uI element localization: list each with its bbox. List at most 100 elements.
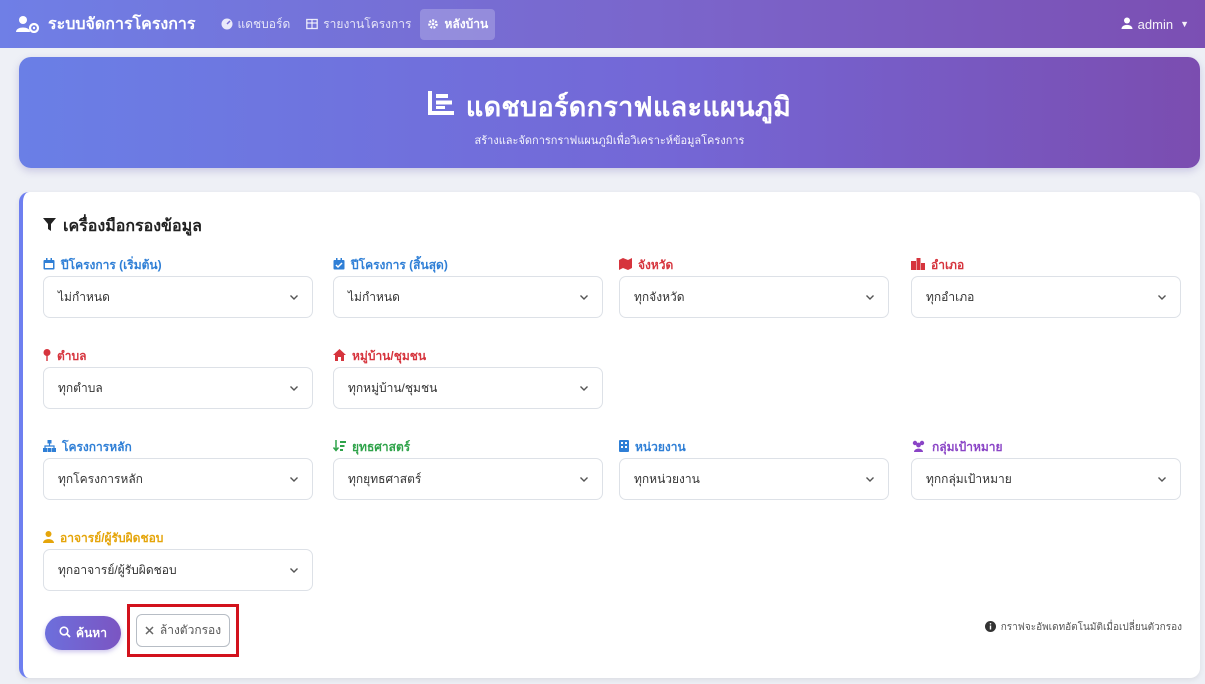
subdistrict-label-text: ตำบล	[57, 349, 87, 363]
year-start-value: ไม่กำหนด	[58, 289, 110, 304]
user-name: admin	[1137, 16, 1174, 32]
filter-panel-title: เครื่องมือกรองข้อมูล	[43, 214, 202, 239]
search-icon	[59, 625, 71, 641]
province-select[interactable]: ทุกจังหวัด	[619, 276, 889, 318]
agency-select[interactable]: ทุกหน่วยงาน	[619, 458, 889, 500]
lecturer-label: อาจารย์/ผู้รับผิดชอบ	[43, 529, 163, 548]
search-button[interactable]: ค้นหา	[45, 616, 121, 650]
user-tie-icon	[43, 531, 54, 546]
map-icon	[619, 258, 632, 273]
province-label: จังหวัด	[619, 256, 673, 275]
province-value: ทุกจังหวัด	[634, 289, 685, 304]
district-value: ทุกอำเภอ	[926, 289, 975, 304]
chevron-down-icon	[1156, 473, 1168, 485]
clear-filters-button[interactable]: ล้างตัวกรอง	[136, 614, 230, 647]
village-label: หมู่บ้าน/ชุมชน	[333, 347, 426, 366]
highlight-box: ล้างตัวกรอง	[127, 604, 239, 657]
lecturer-label-text: อาจารย์/ผู้รับผิดชอบ	[60, 531, 164, 545]
caret-down-icon: ▼	[1180, 19, 1189, 29]
year-start-select[interactable]: ไม่กำหนด	[43, 276, 313, 318]
strategy-value: ทุกยุทธศาสตร์	[348, 471, 422, 486]
nav-project-report-label: รายงานโครงการ	[323, 16, 412, 31]
chevron-down-icon	[288, 291, 300, 303]
main-project-select[interactable]: ทุกโครงการหลัก	[43, 458, 313, 500]
year-end-select[interactable]: ไม่กำหนด	[333, 276, 603, 318]
table-icon	[306, 18, 319, 30]
subdistrict-select[interactable]: ทุกตำบล	[43, 367, 313, 409]
year-end-value: ไม่กำหนด	[348, 289, 400, 304]
province-label-text: จังหวัด	[638, 258, 674, 272]
village-label-text: หมู่บ้าน/ชุมชน	[352, 349, 427, 363]
year-start-label-text: ปีโครงการ (เริ่มต้น)	[61, 258, 162, 272]
building-icon	[619, 440, 629, 455]
year-end-label: ปีโครงการ (สิ้นสุด)	[333, 256, 448, 275]
user-menu[interactable]: admin ▼	[1121, 17, 1189, 32]
user-icon	[1121, 17, 1133, 32]
district-label-text: อำเภอ	[931, 258, 965, 272]
subdistrict-value: ทุกตำบล	[58, 380, 103, 395]
chevron-down-icon	[864, 291, 876, 303]
year-start-label: ปีโครงการ (เริ่มต้น)	[43, 256, 162, 275]
chart-bars-icon	[427, 91, 454, 122]
dashboard-icon	[221, 18, 233, 30]
city-icon	[911, 258, 925, 273]
nav-backend-label: หลังบ้าน	[444, 16, 489, 31]
info-icon	[984, 620, 996, 635]
top-navbar: ระบบจัดการโครงการ แดชบอร์ด รายงานโครงการ…	[0, 0, 1205, 48]
lecturer-select[interactable]: ทุกอาจารย์/ผู้รับผิดชอบ	[43, 549, 313, 591]
home-icon	[333, 349, 346, 364]
strategy-label-text: ยุทธศาสตร์	[352, 440, 411, 454]
page-title-text: แดชบอร์ดกราฟและแผนภูมิ	[465, 92, 792, 122]
calendar-check-icon	[333, 258, 345, 273]
nav-backend[interactable]: หลังบ้าน	[420, 8, 496, 40]
filter-panel-title-text: เครื่องมือกรองข้อมูล	[63, 218, 202, 235]
agency-label: หน่วยงาน	[619, 438, 686, 457]
year-end-label-text: ปีโครงการ (สิ้นสุด)	[351, 258, 448, 272]
clear-filters-label: ล้างตัวกรอง	[159, 623, 222, 637]
main-project-value: ทุกโครงการหลัก	[58, 471, 143, 486]
users-cog-icon	[16, 15, 40, 34]
chevron-down-icon	[288, 382, 300, 394]
gear-icon	[427, 18, 439, 30]
district-label: อำเภอ	[911, 256, 964, 275]
chevron-down-icon	[288, 564, 300, 576]
village-value: ทุกหมู่บ้าน/ชุมชน	[348, 380, 438, 395]
search-button-label: ค้นหา	[76, 625, 107, 640]
auto-update-note-text: กราฟจะอัพเดทอัตโนมัติเมื่อเปลี่ยนตัวกรอง	[1000, 622, 1182, 633]
chevron-down-icon	[864, 473, 876, 485]
chevron-down-icon	[578, 291, 590, 303]
strategy-label: ยุทธศาสตร์	[332, 438, 411, 457]
subdistrict-label: ตำบล	[43, 347, 87, 366]
village-select[interactable]: ทุกหมู่บ้าน/ชุมชน	[333, 367, 603, 409]
sitemap-icon	[43, 440, 56, 455]
page-title: แดชบอร์ดกราฟและแผนภูมิ	[19, 85, 1200, 128]
chevron-down-icon	[578, 382, 590, 394]
nav-project-report[interactable]: รายงานโครงการ	[299, 9, 418, 40]
target-group-select[interactable]: ทุกกลุ่มเป้าหมาย	[911, 458, 1181, 500]
users-icon	[911, 440, 926, 455]
district-select[interactable]: ทุกอำเภอ	[911, 276, 1181, 318]
main-project-label: โครงการหลัก	[43, 438, 132, 457]
chevron-down-icon	[1156, 291, 1168, 303]
page-subtitle: สร้างและจัดการกราฟแผนภูมิเพื่อวิเคราะห์ข…	[474, 135, 745, 147]
filter-panel: เครื่องมือกรองข้อมูล ปีโครงการ (เริ่มต้น…	[19, 192, 1200, 678]
brand[interactable]: ระบบจัดการโครงการ	[16, 12, 196, 37]
close-icon	[145, 624, 154, 638]
brand-title: ระบบจัดการโครงการ	[48, 15, 196, 33]
target-group-label: กลุ่มเป้าหมาย	[911, 438, 1003, 457]
nav-dashboard-label: แดชบอร์ด	[237, 16, 291, 31]
chevron-down-icon	[578, 473, 590, 485]
strategy-select[interactable]: ทุกยุทธศาสตร์	[333, 458, 603, 500]
agency-label-text: หน่วยงาน	[635, 440, 686, 454]
sort-icon	[332, 440, 346, 455]
agency-value: ทุกหน่วยงาน	[634, 471, 700, 486]
filter-icon	[43, 217, 56, 236]
page-header: แดชบอร์ดกราฟและแผนภูมิ สร้างและจัดการกรา…	[19, 57, 1200, 168]
pin-icon	[43, 349, 51, 364]
auto-update-note: กราฟจะอัพเดทอัตโนมัติเมื่อเปลี่ยนตัวกรอง	[984, 620, 1182, 635]
target-group-label-text: กลุ่มเป้าหมาย	[932, 440, 1003, 454]
chevron-down-icon	[288, 473, 300, 485]
calendar-icon	[43, 258, 55, 273]
nav-dashboard[interactable]: แดชบอร์ด	[214, 9, 298, 40]
target-group-value: ทุกกลุ่มเป้าหมาย	[926, 471, 1012, 486]
